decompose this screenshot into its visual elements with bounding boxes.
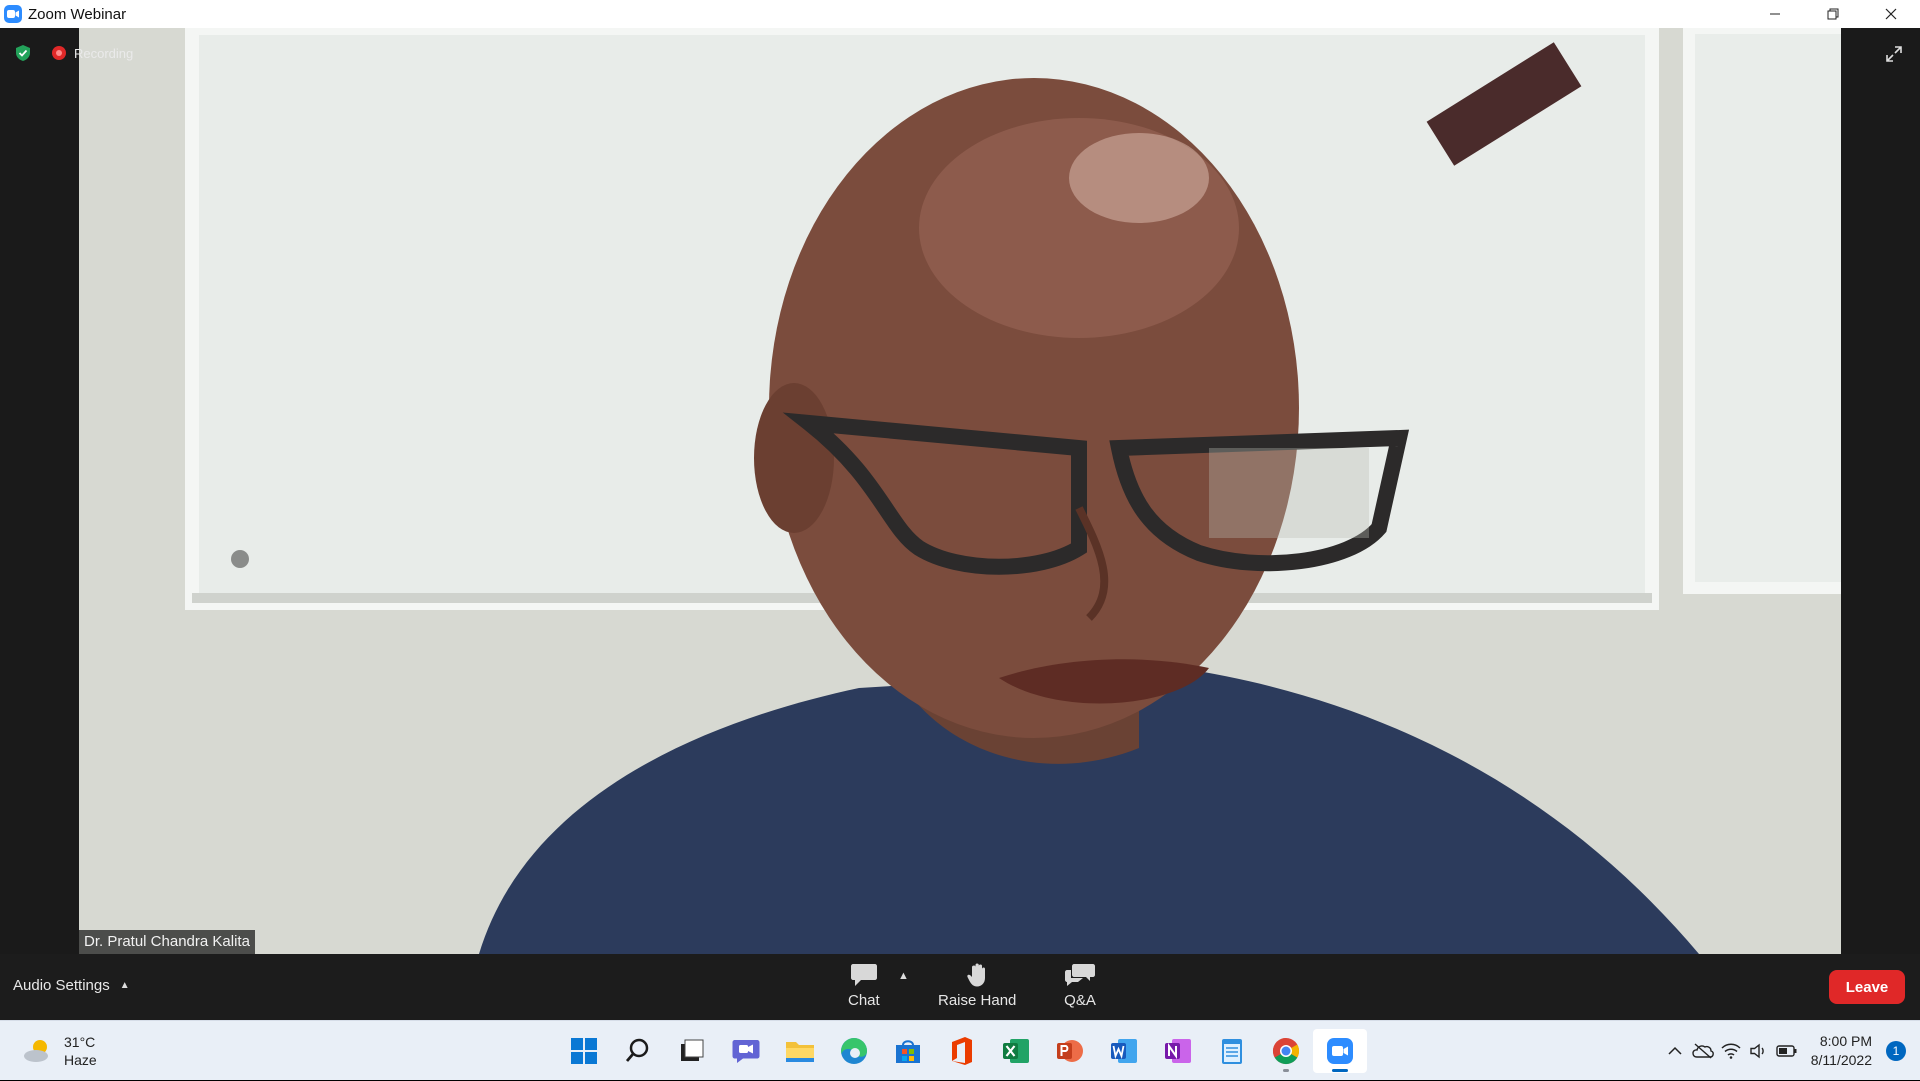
taskbar-file-explorer-button[interactable] [773, 1029, 827, 1073]
speaker-icon [1750, 1043, 1764, 1059]
close-icon [1885, 8, 1897, 20]
battery-button[interactable] [1773, 1044, 1801, 1058]
taskbar-office-button[interactable] [935, 1029, 989, 1073]
excel-icon [1003, 1039, 1029, 1063]
audio-settings-button[interactable]: Audio Settings ▲ [13, 977, 130, 994]
audio-settings-label: Audio Settings [13, 977, 110, 994]
weather-temperature: 31°C [64, 1034, 96, 1050]
powerpoint-icon [1057, 1040, 1083, 1062]
weather-haze-icon [24, 1040, 48, 1062]
taskbar-chrome-button[interactable] [1259, 1029, 1313, 1073]
taskbar-teams-chat-button[interactable] [719, 1029, 773, 1073]
fullscreen-icon[interactable] [1884, 44, 1904, 64]
search-icon [625, 1038, 649, 1062]
cloud-offline-icon [1692, 1043, 1714, 1059]
weather-condition: Haze [64, 1052, 97, 1068]
file-explorer-icon [786, 1042, 814, 1062]
teams-chat-icon [732, 1040, 760, 1063]
recording-icon [52, 46, 66, 60]
onenote-icon [1165, 1039, 1191, 1063]
meeting-area: Dr. Pratul Chandra Kalita Recording [0, 28, 1920, 954]
qa-button[interactable]: Q&A [1064, 962, 1096, 1009]
leave-button[interactable]: Leave [1829, 970, 1905, 1004]
chat-options-chevron-icon[interactable]: ▲ [898, 970, 909, 982]
notification-badge[interactable]: 1 [1886, 1041, 1906, 1061]
minimize-icon [1770, 13, 1780, 15]
onedrive-status-button[interactable] [1689, 1043, 1717, 1059]
participant-video: Dr. Pratul Chandra Kalita [79, 28, 1841, 954]
raise-hand-button[interactable]: Raise Hand [938, 962, 1016, 1009]
recording-label: Recording [74, 45, 134, 61]
weather-widget[interactable]: 31°C Haze [22, 1033, 97, 1069]
window-title: Zoom Webinar [28, 5, 127, 23]
qa-label: Q&A [1064, 992, 1096, 1009]
office-icon [952, 1037, 972, 1065]
taskbar: 31°C Haze 8:00 PM 8/11/2022 1 [0, 1020, 1920, 1080]
taskbar-search-button[interactable] [611, 1029, 665, 1073]
taskbar-zoom-button[interactable] [1313, 1029, 1367, 1073]
restore-button[interactable] [1804, 0, 1862, 28]
meeting-control-bar: Audio Settings ▲ Chat ▲ Raise Hand Q&A L… [0, 954, 1920, 1020]
volume-button[interactable] [1745, 1043, 1773, 1059]
show-hidden-icons-button[interactable] [1661, 1046, 1689, 1056]
clock-time: 8:00 PM [1819, 1033, 1872, 1049]
chevron-up-icon: ▲ [119, 980, 130, 991]
taskbar-edge-button[interactable] [827, 1029, 881, 1073]
close-button[interactable] [1862, 0, 1920, 28]
minimize-button[interactable] [1746, 0, 1804, 28]
system-tray: 8:00 PM 8/11/2022 1 [1661, 1021, 1920, 1081]
taskbar-store-button[interactable] [881, 1029, 935, 1073]
battery-icon [1776, 1045, 1797, 1057]
chat-icon [850, 964, 877, 986]
word-icon [1111, 1039, 1137, 1063]
chat-button[interactable]: Chat [848, 962, 880, 1009]
raise-hand-label: Raise Hand [938, 992, 1017, 1009]
wifi-icon [1721, 1043, 1741, 1059]
microsoft-store-icon [896, 1040, 920, 1063]
taskbar-notepad-button[interactable] [1205, 1029, 1259, 1073]
zoom-icon [1327, 1038, 1353, 1064]
taskbar-word-button[interactable] [1097, 1029, 1151, 1073]
clock-date: 8/11/2022 [1810, 1052, 1872, 1068]
raise-hand-icon [967, 963, 986, 987]
qa-icon [1065, 964, 1095, 986]
edge-icon [841, 1038, 867, 1064]
task-view-icon [681, 1039, 704, 1061]
taskbar-onenote-button[interactable] [1151, 1029, 1205, 1073]
taskbar-clock[interactable]: 8:00 PM 8/11/2022 [1811, 1032, 1872, 1070]
chat-label: Chat [848, 992, 880, 1009]
taskbar-task-view-button[interactable] [665, 1029, 719, 1073]
taskbar-start-button[interactable] [557, 1029, 611, 1073]
network-button[interactable] [1717, 1043, 1745, 1059]
active-indicator [1332, 1069, 1348, 1072]
taskbar-powerpoint-button[interactable] [1043, 1029, 1097, 1073]
chrome-icon [1272, 1037, 1300, 1065]
chevron-up-icon [1668, 1046, 1682, 1055]
title-bar: Zoom Webinar [0, 0, 1920, 28]
running-indicator [1283, 1069, 1289, 1072]
participant-name-tag: Dr. Pratul Chandra Kalita [79, 930, 255, 954]
restore-icon [1827, 8, 1839, 20]
encryption-shield-icon[interactable] [14, 44, 32, 62]
notepad-icon [1222, 1039, 1242, 1064]
taskbar-excel-button[interactable] [989, 1029, 1043, 1073]
zoom-app-icon [4, 5, 22, 23]
windows-start-icon [571, 1038, 597, 1064]
